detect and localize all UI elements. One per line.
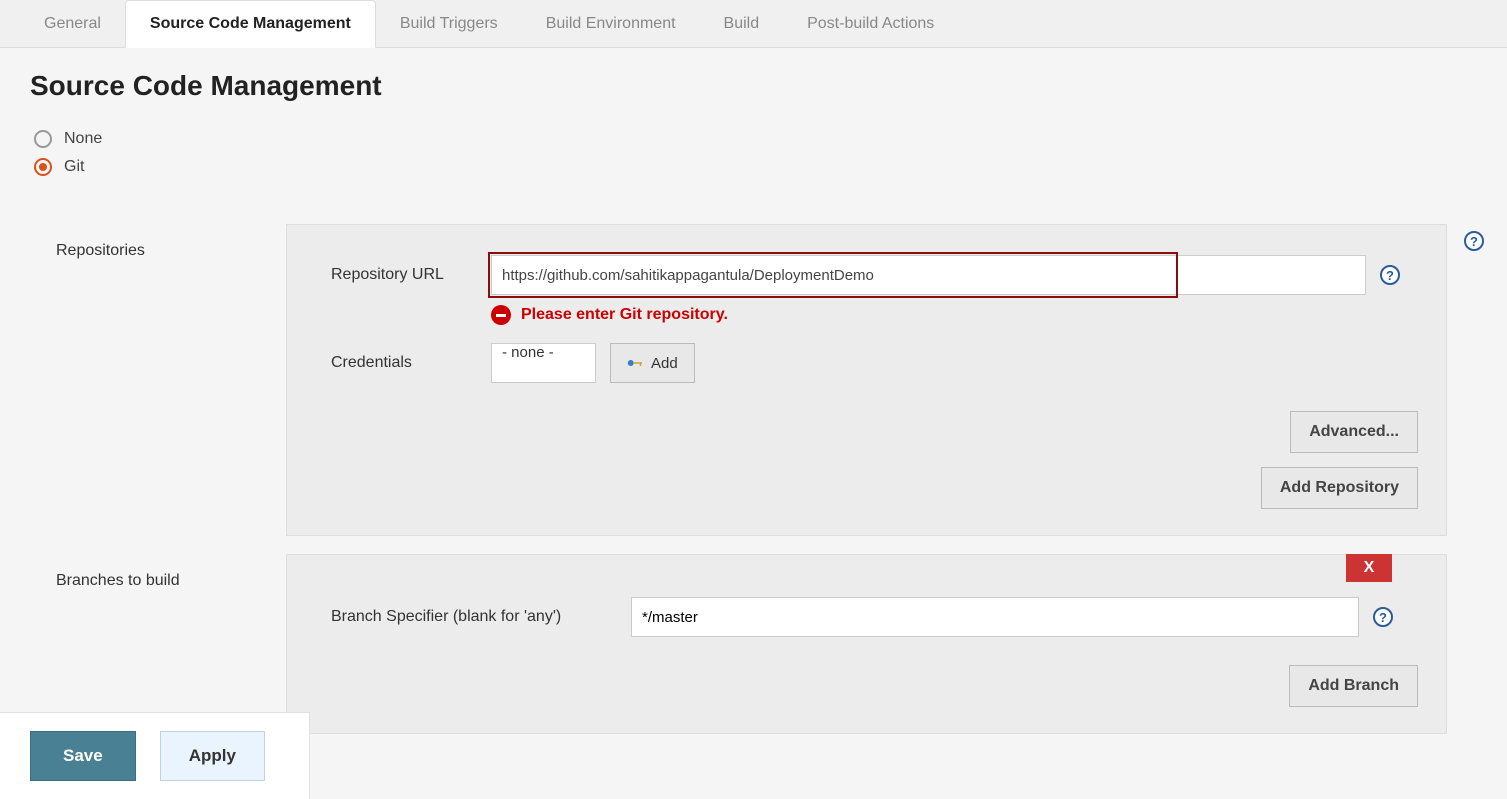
- repo-url-label: Repository URL: [331, 266, 491, 284]
- help-icon[interactable]: ?: [1464, 231, 1484, 251]
- repo-buttons: Advanced... Add Repository: [331, 411, 1418, 509]
- radio-icon: [34, 130, 52, 148]
- radio-icon: [34, 158, 52, 176]
- tab-general[interactable]: General: [20, 0, 125, 47]
- add-credentials-button[interactable]: Add: [610, 343, 695, 383]
- save-button[interactable]: Save: [30, 731, 136, 781]
- add-credentials-label: Add: [651, 355, 678, 372]
- credentials-label: Credentials: [331, 354, 491, 372]
- branch-specifier-input[interactable]: [631, 597, 1359, 637]
- key-icon: [627, 357, 645, 369]
- tab-post-build[interactable]: Post-build Actions: [783, 0, 958, 47]
- error-text: Please enter Git repository.: [521, 306, 728, 324]
- delete-branch-button[interactable]: X: [1346, 554, 1392, 582]
- error-icon: [491, 305, 511, 325]
- footer-actions: Save Apply: [0, 712, 310, 799]
- add-branch-button[interactable]: Add Branch: [1289, 665, 1418, 707]
- help-icon[interactable]: ?: [1380, 265, 1400, 285]
- credentials-select[interactable]: - none -: [491, 343, 596, 383]
- repo-url-input[interactable]: [491, 255, 1366, 295]
- branch-specifier-row: Branch Specifier (blank for 'any') ?: [331, 597, 1418, 637]
- add-repository-button[interactable]: Add Repository: [1261, 467, 1418, 509]
- page-title: Source Code Management: [0, 48, 1507, 120]
- scm-option-git[interactable]: Git: [34, 158, 1473, 176]
- credentials-row: Credentials - none - Add: [331, 343, 1418, 383]
- repositories-section: Repositories ? Repository URL ? Please e…: [0, 224, 1507, 536]
- config-tabs: General Source Code Management Build Tri…: [0, 0, 1507, 48]
- repositories-panel: ? Repository URL ? Please enter Git repo…: [286, 224, 1447, 536]
- tab-build-triggers[interactable]: Build Triggers: [376, 0, 522, 47]
- radio-label: Git: [64, 158, 84, 176]
- branch-buttons: Add Branch: [331, 665, 1418, 707]
- advanced-button[interactable]: Advanced...: [1290, 411, 1418, 453]
- scm-option-none[interactable]: None: [34, 130, 1473, 148]
- help-icon[interactable]: ?: [1373, 607, 1393, 627]
- tab-build[interactable]: Build: [700, 0, 784, 47]
- repo-url-error: Please enter Git repository.: [491, 305, 1418, 325]
- tab-scm[interactable]: Source Code Management: [125, 0, 376, 48]
- radio-label: None: [64, 130, 102, 148]
- tab-build-environment[interactable]: Build Environment: [522, 0, 700, 47]
- branches-panel: X Branch Specifier (blank for 'any') ? A…: [286, 554, 1447, 734]
- branches-section: Branches to build X Branch Specifier (bl…: [0, 554, 1507, 734]
- repo-url-row: Repository URL ?: [331, 255, 1418, 295]
- section-header: Repositories: [56, 224, 286, 536]
- section-header: Branches to build: [56, 554, 286, 734]
- branch-specifier-label: Branch Specifier (blank for 'any'): [331, 608, 631, 626]
- scm-options: None Git: [0, 130, 1507, 206]
- apply-button[interactable]: Apply: [160, 731, 265, 781]
